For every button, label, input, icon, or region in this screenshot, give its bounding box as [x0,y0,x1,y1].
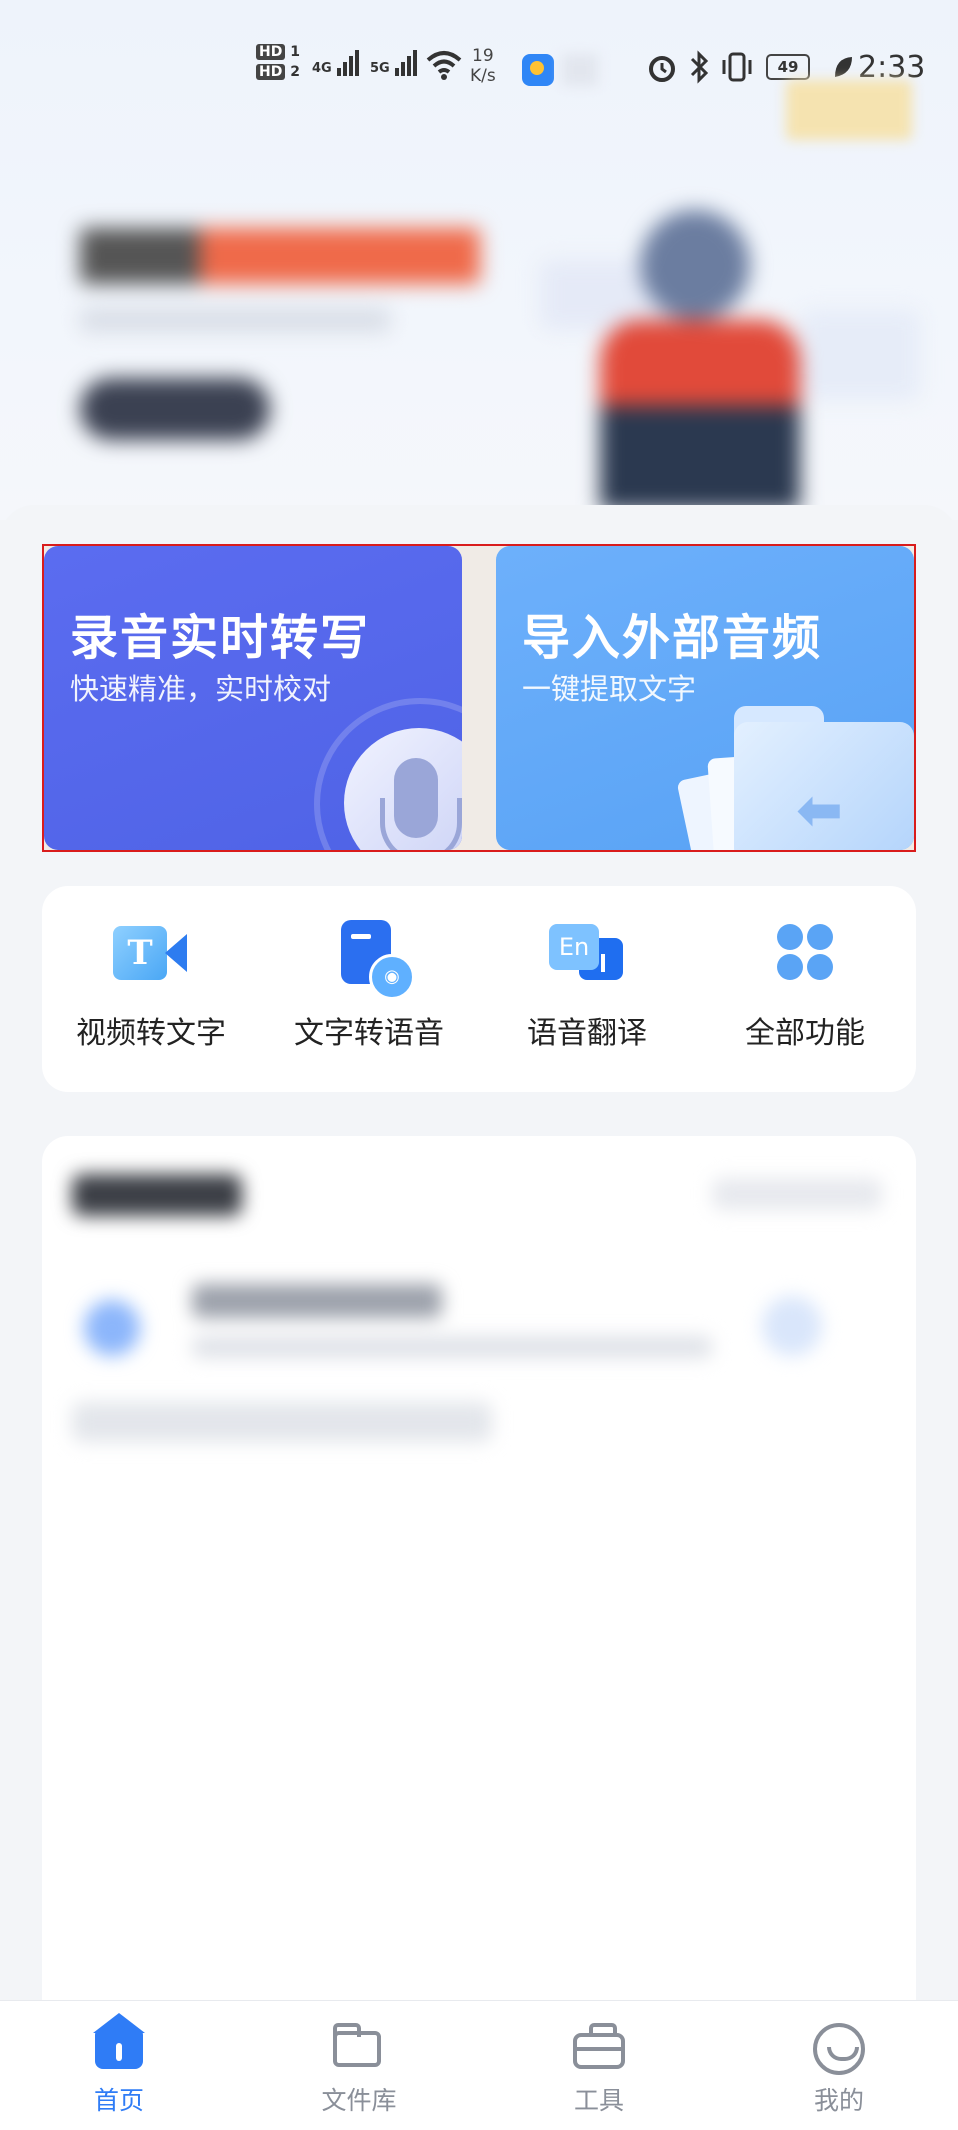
signal-5g: 5G [370,50,419,76]
video-icon-letter: T [113,926,167,980]
record-card-subtitle: 快速精准，实时校对 [70,672,332,706]
recent-file-name-blurred[interactable] [192,1284,442,1318]
sim2-number: 2 [290,64,300,80]
net-type-4g: 4G [312,61,332,76]
tab-label: 我的 [813,2086,864,2115]
weather-app-icon [522,54,554,86]
arrow-left-icon: ⬅ [796,778,843,843]
quick-tools: T 视频转文字 ◉ 文字转语音 En 语音翻译 全部功能 [42,886,916,1092]
video-to-text-icon: T [113,920,189,986]
notification-blurred [562,54,598,86]
speech-translate-icon: En [549,920,625,986]
recent-file-action[interactable] [762,1296,822,1356]
record-card-title: 录音实时转写 [70,610,371,666]
recent-title-blurred [72,1174,242,1216]
tool-text-to-speech[interactable]: ◉ 文字转语音 [260,920,478,1052]
tab-label: 文件库 [321,2086,397,2115]
signal-4g: 4G [312,50,361,76]
tool-speech-translate[interactable]: En 语音翻译 [478,920,696,1052]
folder-icon [333,2021,385,2071]
import-audio-card[interactable]: 导入外部音频 一键提取文字 ⬅ [496,546,914,850]
import-card-title: 导入外部音频 [522,610,823,666]
wifi-icon [426,50,462,88]
tab-profile[interactable]: 我的 [774,2021,904,2117]
tool-label: 视频转文字 [76,1016,226,1051]
recent-file-icon [84,1300,140,1356]
banner-title-blurred [80,228,480,284]
banner-subtitle-blurred [80,308,390,332]
toolbox-icon [573,2021,625,2071]
bluetooth-icon [688,50,710,88]
alarm-icon [646,52,678,88]
tab-file-library[interactable]: 文件库 [294,2021,424,2117]
translate-icon-text: En [549,924,599,970]
tool-label: 文字转语音 [294,1016,444,1051]
tool-video-to-text[interactable]: T 视频转文字 [42,920,260,1052]
import-card-subtitle: 一键提取文字 [522,672,697,706]
battery-level: 49 [777,58,799,76]
text-to-speech-icon: ◉ [331,920,415,1000]
promo-banner[interactable] [60,200,940,510]
badge-blurred [786,80,912,140]
recent-files-section [42,1136,916,2001]
profile-icon [813,2021,865,2075]
tool-label: 全部功能 [745,1016,865,1051]
net-type-5g: 5G [370,61,390,76]
sound-wave-glyph: ◉ [369,954,415,1000]
tool-label: 语音翻译 [527,1016,647,1051]
record-transcribe-card[interactable]: 录音实时转写 快速精准，实时校对 [44,546,462,850]
microphone-stand [380,798,462,850]
sim2-hd: HD [256,64,286,80]
banner-decor-right [800,310,920,400]
tab-label: 工具 [573,2086,624,2115]
network-speed: 19 K/s [470,46,496,86]
tab-home[interactable]: 首页 [54,2013,184,2117]
signal-bars-icon [394,50,419,76]
recent-file-meta-blurred [192,1336,712,1358]
home-icon [93,2013,145,2071]
banner-person-head [640,210,750,320]
vibrate-icon [720,50,754,88]
speed-unit: K/s [470,66,496,86]
banner-button-blurred [80,378,270,440]
sim-indicator: HD 1 HD 2 [256,44,300,80]
tab-tools[interactable]: 工具 [534,2021,664,2117]
recent-more-blurred[interactable] [712,1178,882,1210]
tool-all-functions[interactable]: 全部功能 [696,920,914,1052]
bottom-tab-bar: 首页 文件库 工具 我的 [0,2000,958,2130]
battery-icon: 49 [766,54,810,80]
all-functions-icon [767,920,843,986]
sim1-hd: HD [256,44,286,60]
sim1-number: 1 [290,44,300,60]
speed-value: 19 [472,46,494,66]
signal-bars-icon [336,50,361,76]
banner-person-body [600,320,800,510]
recent-tags-blurred [72,1402,492,1442]
tab-label: 首页 [93,2086,144,2115]
